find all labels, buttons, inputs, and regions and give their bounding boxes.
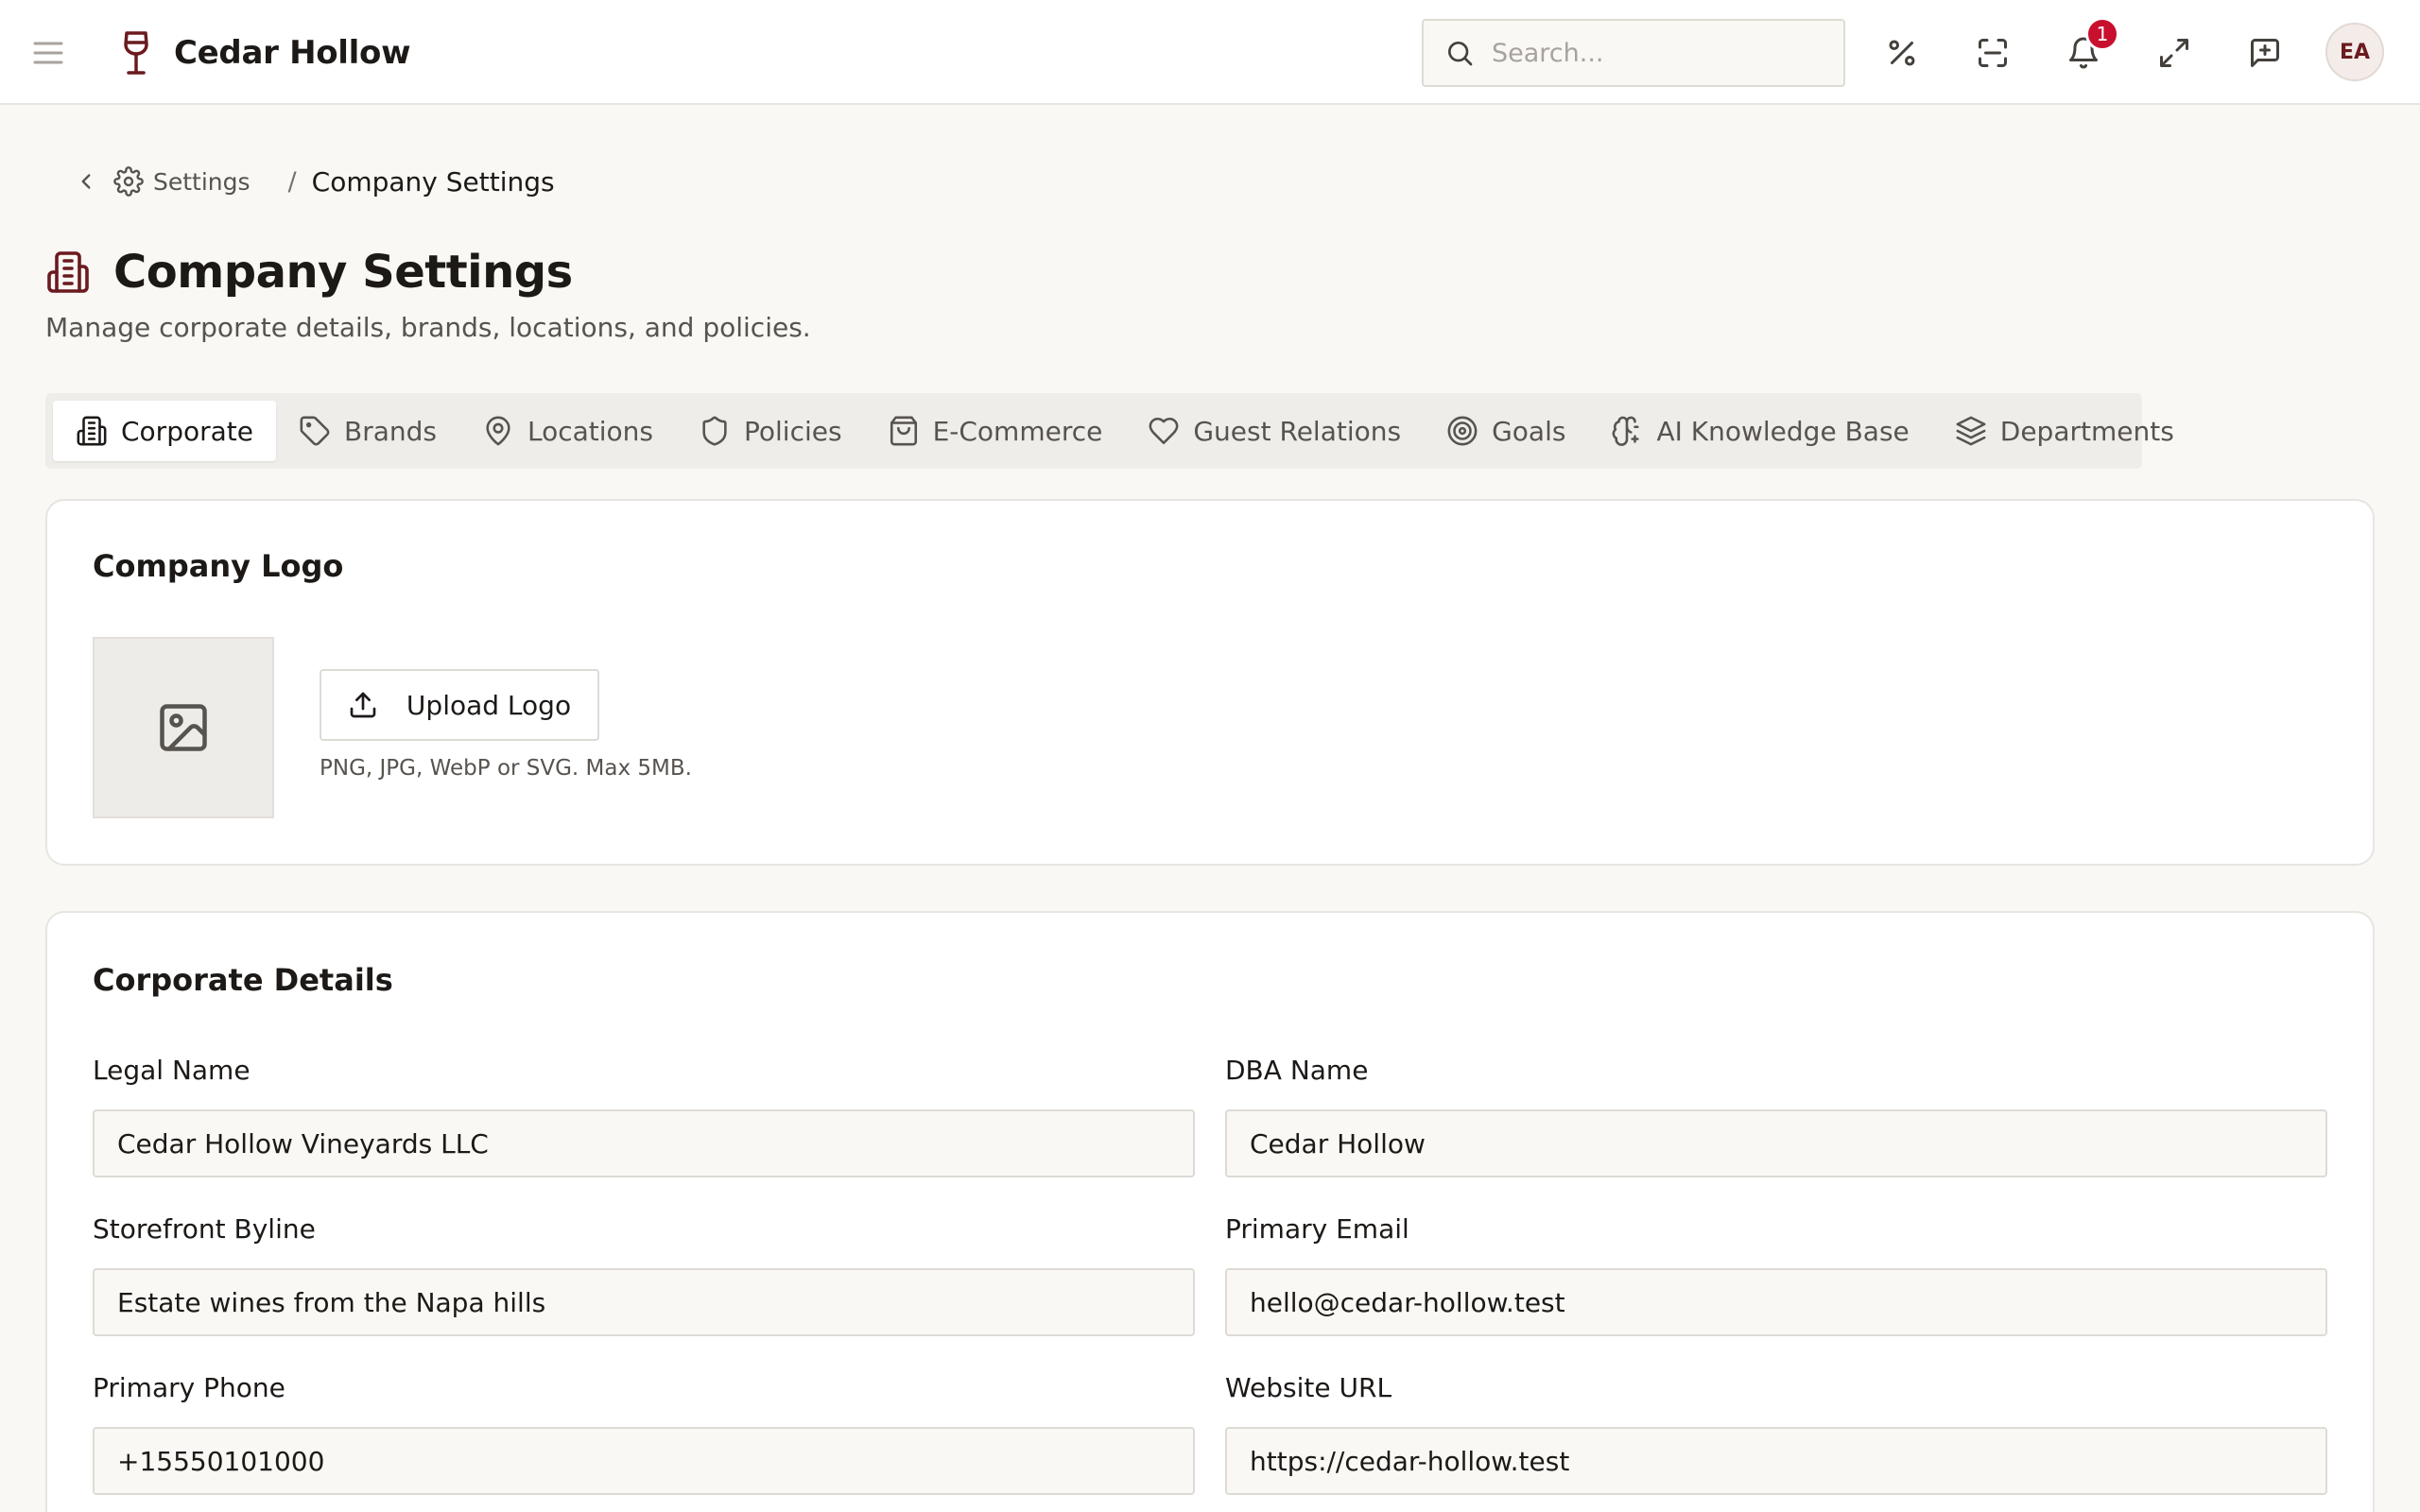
settings-tabs: Corporate Brands Locations Policies E-Co… xyxy=(45,393,2174,469)
building-icon xyxy=(45,249,91,295)
storefront-byline-input[interactable] xyxy=(93,1268,1195,1336)
heart-icon xyxy=(1149,417,1179,445)
card-title: Company Logo xyxy=(93,548,344,584)
breadcrumb-current: Company Settings xyxy=(311,165,555,198)
tab-departments[interactable]: Departments xyxy=(1932,401,2197,461)
tab-label: E-Commerce xyxy=(932,415,1103,447)
tab-corporate[interactable]: Corporate xyxy=(53,401,276,461)
building-icon xyxy=(77,416,107,446)
tab-label: Corporate xyxy=(121,415,253,447)
legal-name-input[interactable] xyxy=(93,1109,1195,1177)
tab-ai-knowledge-base[interactable]: AI Knowledge Base xyxy=(1588,401,1931,461)
tab-goals[interactable]: Goals xyxy=(1424,401,1588,461)
tab-brands[interactable]: Brands xyxy=(276,401,459,461)
upload-logo-label: Upload Logo xyxy=(406,689,572,721)
upload-icon xyxy=(350,692,376,718)
top-header: Cedar Hollow 1 EA xyxy=(0,0,2420,105)
message-plus-icon[interactable] xyxy=(2244,32,2286,74)
dba-name-label: DBA Name xyxy=(1225,1055,1369,1086)
tab-e-commerce[interactable]: E-Commerce xyxy=(865,401,1126,461)
brand[interactable]: Cedar Hollow xyxy=(119,30,411,76)
menu-icon[interactable] xyxy=(30,36,66,70)
avatar[interactable]: EA xyxy=(2325,23,2384,81)
primary-phone-input[interactable] xyxy=(93,1427,1195,1495)
upload-logo-button[interactable]: Upload Logo xyxy=(320,669,599,741)
breadcrumb-separator: / xyxy=(287,166,297,197)
target-icon xyxy=(1447,416,1478,446)
company-logo-card: Company Logo Upload Logo PNG, JPG, WebP … xyxy=(45,499,2375,866)
gear-icon xyxy=(113,166,144,197)
dba-name-input[interactable] xyxy=(1225,1109,2327,1177)
corporate-details-card: Corporate Details Legal Name DBA Name St… xyxy=(45,911,2375,1512)
tab-label: Brands xyxy=(343,415,437,447)
breadcrumb-settings-link[interactable]: Settings xyxy=(153,168,251,196)
brain-icon xyxy=(1613,416,1640,446)
percent-icon[interactable] xyxy=(1881,32,1923,74)
search-box[interactable] xyxy=(1422,19,1845,87)
tab-label: Guest Relations xyxy=(1193,415,1402,447)
primary-email-label: Primary Email xyxy=(1225,1213,1409,1245)
notification-badge: 1 xyxy=(2085,17,2119,51)
tab-guest-relations[interactable]: Guest Relations xyxy=(1125,401,1424,461)
tab-label: Locations xyxy=(527,415,653,447)
tab-label: AI Knowledge Base xyxy=(1656,415,1910,447)
app-name: Cedar Hollow xyxy=(174,34,411,72)
storefront-byline-label: Storefront Byline xyxy=(93,1213,316,1245)
logo-preview xyxy=(93,637,274,818)
card-title: Corporate Details xyxy=(93,962,393,998)
legal-name-label: Legal Name xyxy=(93,1055,251,1086)
page-subtitle: Manage corporate details, brands, locati… xyxy=(45,312,811,343)
primary-phone-label: Primary Phone xyxy=(93,1372,285,1403)
page-title: Company Settings xyxy=(113,246,573,299)
tab-label: Policies xyxy=(744,415,842,447)
page-header: Company Settings xyxy=(45,244,573,301)
chevron-left-icon[interactable] xyxy=(74,169,98,194)
map-pin-icon xyxy=(486,416,510,446)
breadcrumb: Settings / Company Settings xyxy=(74,163,555,200)
shield-icon xyxy=(702,416,727,446)
wine-glass-icon xyxy=(119,30,153,76)
search-input[interactable] xyxy=(1492,38,1832,68)
image-icon xyxy=(160,704,207,751)
shopping-bag-icon xyxy=(890,416,917,446)
tab-label: Departments xyxy=(1999,415,2174,447)
tag-icon xyxy=(300,416,330,446)
scan-icon[interactable] xyxy=(1972,32,2014,74)
primary-email-input[interactable] xyxy=(1225,1268,2327,1336)
search-icon xyxy=(1444,38,1475,68)
tab-label: Goals xyxy=(1492,415,1566,447)
tab-locations[interactable]: Locations xyxy=(459,401,676,461)
layers-icon xyxy=(1956,416,1986,446)
website-url-input[interactable] xyxy=(1225,1427,2327,1495)
tab-policies[interactable]: Policies xyxy=(676,401,865,461)
upload-hint: PNG, JPG, WebP or SVG. Max 5MB. xyxy=(320,756,692,781)
expand-icon[interactable] xyxy=(2153,32,2195,74)
website-url-label: Website URL xyxy=(1225,1372,1392,1403)
